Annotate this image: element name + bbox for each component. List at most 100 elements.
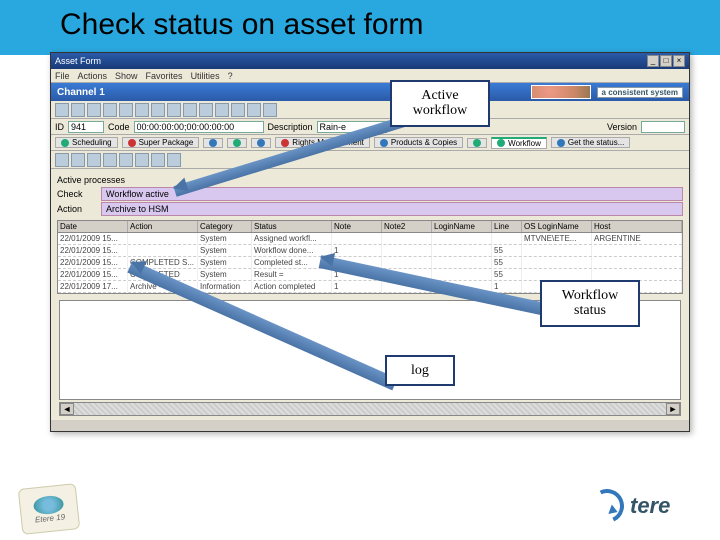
id-label: ID — [55, 122, 64, 132]
menu-favorites[interactable]: Favorites — [146, 71, 183, 81]
cell — [522, 257, 592, 268]
col-status[interactable]: Status — [252, 221, 332, 232]
toolbar-icon[interactable] — [151, 103, 165, 117]
action-value: Archive to HSM — [101, 202, 683, 216]
channel-bar: Channel 1 a consistent system — [51, 83, 689, 101]
tab-super-package[interactable]: Super Package — [122, 137, 200, 148]
col-note[interactable]: Note — [332, 221, 382, 232]
cell: Action completed — [252, 281, 332, 292]
scroll-left-button[interactable]: ◄ — [60, 403, 74, 415]
toolbar-icon[interactable] — [183, 103, 197, 117]
toolbar-icon[interactable] — [119, 103, 133, 117]
cell: 1 — [492, 281, 522, 292]
tab-generic[interactable] — [227, 138, 247, 148]
cell: 1 — [332, 245, 382, 256]
menu-file[interactable]: File — [55, 71, 70, 81]
callout-log: log — [385, 355, 455, 386]
toolbar-icon[interactable] — [199, 103, 213, 117]
tab-scheduling[interactable]: Scheduling — [55, 137, 118, 148]
col-login[interactable]: LoginName — [432, 221, 492, 232]
toolbar-icon[interactable] — [71, 153, 85, 167]
system-tagline: a consistent system — [597, 87, 683, 98]
version-label: Version — [607, 122, 637, 132]
toolbar-icon[interactable] — [103, 103, 117, 117]
tab-generic[interactable] — [203, 138, 223, 148]
scroll-track[interactable] — [74, 403, 666, 415]
tab-generic[interactable] — [251, 138, 271, 148]
menu-actions[interactable]: Actions — [78, 71, 108, 81]
cell — [432, 257, 492, 268]
toolbar-icon[interactable] — [151, 153, 165, 167]
toolbar-icon[interactable] — [247, 103, 261, 117]
cell — [432, 245, 492, 256]
toolbar-icon[interactable] — [263, 103, 277, 117]
cell: 1 — [332, 281, 382, 292]
cell: 55 — [492, 257, 522, 268]
tab-workflow[interactable]: Workflow — [491, 137, 547, 149]
cell: 55 — [492, 245, 522, 256]
code-label: Code — [108, 122, 130, 132]
table-row[interactable]: 22/01/2009 15...SystemAssigned workfl...… — [58, 233, 682, 245]
cell: System — [198, 233, 252, 244]
cell: Information — [198, 281, 252, 292]
menu-help[interactable]: ? — [228, 71, 233, 81]
section-heading: Active processes — [57, 175, 683, 185]
col-line[interactable]: Line — [492, 221, 522, 232]
check-label: Check — [57, 189, 95, 199]
toolbar-icon[interactable] — [55, 103, 69, 117]
cell — [592, 257, 682, 268]
col-note2[interactable]: Note2 — [382, 221, 432, 232]
toolbar-icon[interactable] — [215, 103, 229, 117]
minimize-button[interactable]: _ — [647, 55, 659, 67]
id-field[interactable] — [68, 121, 104, 133]
window-titlebar: Asset Form _ □ × — [51, 53, 689, 69]
table-row[interactable]: 22/01/2009 15...SystemWorkflow done...15… — [58, 245, 682, 257]
maximize-button[interactable]: □ — [660, 55, 672, 67]
col-oslogin[interactable]: OS LoginName — [522, 221, 592, 232]
toolbar-icon[interactable] — [119, 153, 133, 167]
tab-products[interactable]: Products & Copies — [374, 137, 463, 148]
cell — [382, 245, 432, 256]
scroll-right-button[interactable]: ► — [666, 403, 680, 415]
toolbar-icon[interactable] — [55, 153, 69, 167]
toolbar-icon[interactable] — [135, 103, 149, 117]
cell: ARGENTINE — [592, 233, 682, 244]
toolbar-icon[interactable] — [167, 103, 181, 117]
toolbar-icon[interactable] — [231, 103, 245, 117]
version-field[interactable] — [641, 121, 685, 133]
col-category[interactable]: Category — [198, 221, 252, 232]
channel-label: Channel 1 — [57, 87, 105, 98]
toolbar-icon[interactable] — [103, 153, 117, 167]
cell — [592, 269, 682, 280]
menu-show[interactable]: Show — [115, 71, 138, 81]
close-button[interactable]: × — [673, 55, 685, 67]
cell: 22/01/2009 15... — [58, 257, 128, 268]
toolbar-icon[interactable] — [71, 103, 85, 117]
callout-active-workflow: Active workflow — [390, 80, 490, 127]
menu-utilities[interactable]: Utilities — [191, 71, 220, 81]
toolbar-icon[interactable] — [87, 153, 101, 167]
col-host[interactable]: Host — [592, 221, 682, 232]
col-action[interactable]: Action — [128, 221, 198, 232]
tab-status[interactable]: Get the status... — [551, 137, 630, 148]
toolbar-icons-1 — [51, 101, 689, 119]
menubar: File Actions Show Favorites Utilities ? — [51, 69, 689, 83]
cell: 55 — [492, 269, 522, 280]
toolbar-icon[interactable] — [87, 103, 101, 117]
cell — [592, 245, 682, 256]
tab-generic[interactable] — [467, 138, 487, 148]
cell: 22/01/2009 15... — [58, 233, 128, 244]
code-field[interactable] — [134, 121, 264, 133]
cell — [432, 269, 492, 280]
cell: System — [198, 245, 252, 256]
cell: 22/01/2009 15... — [58, 269, 128, 280]
cell — [382, 233, 432, 244]
cell — [128, 245, 198, 256]
toolbar-icon[interactable] — [135, 153, 149, 167]
toolbar-icon[interactable] — [167, 153, 181, 167]
cell: 22/01/2009 17... — [58, 281, 128, 292]
cell: System — [198, 269, 252, 280]
window-title: Asset Form — [55, 56, 101, 66]
horizontal-scrollbar[interactable]: ◄ ► — [59, 402, 681, 416]
col-date[interactable]: Date — [58, 221, 128, 232]
